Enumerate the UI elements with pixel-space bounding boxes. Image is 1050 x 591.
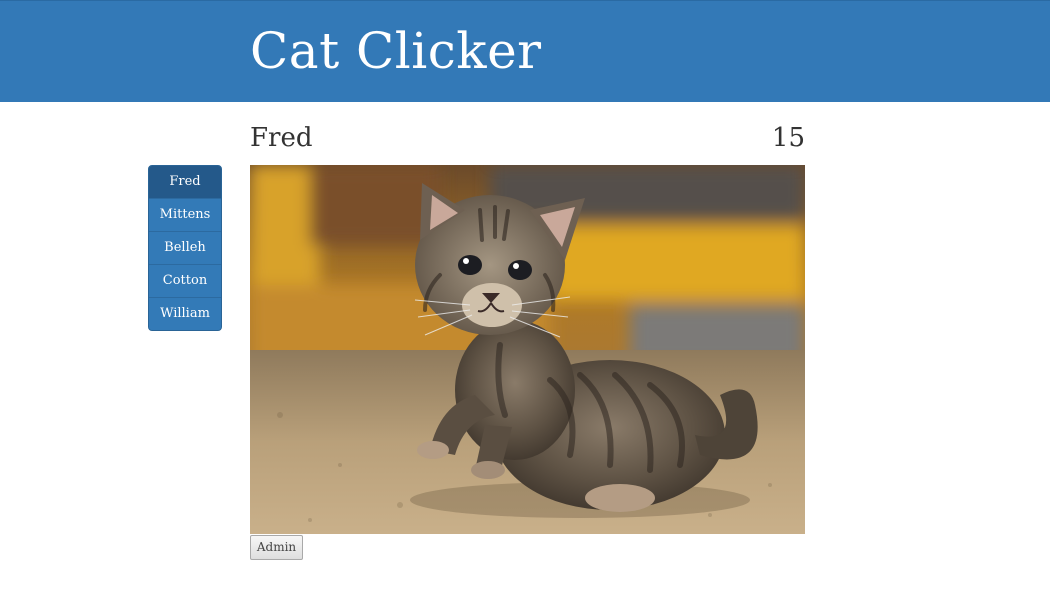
admin-button[interactable]: Admin xyxy=(250,535,303,560)
cat-list: Fred Mittens Belleh Cotton William xyxy=(148,165,222,331)
click-count: 15 xyxy=(771,123,805,153)
cat-list-item-william[interactable]: William xyxy=(149,297,221,330)
kitten-photo-icon xyxy=(250,165,805,534)
cat-image[interactable] xyxy=(250,165,805,534)
cat-list-item-belleh[interactable]: Belleh xyxy=(149,231,221,264)
cat-list-item-fred[interactable]: Fred xyxy=(149,166,221,198)
cat-name: Fred xyxy=(250,123,313,153)
cat-list-item-mittens[interactable]: Mittens xyxy=(149,198,221,231)
cat-list-item-cotton[interactable]: Cotton xyxy=(149,264,221,297)
header-bar: Cat Clicker xyxy=(0,0,1050,102)
app-title: Cat Clicker xyxy=(250,22,542,80)
